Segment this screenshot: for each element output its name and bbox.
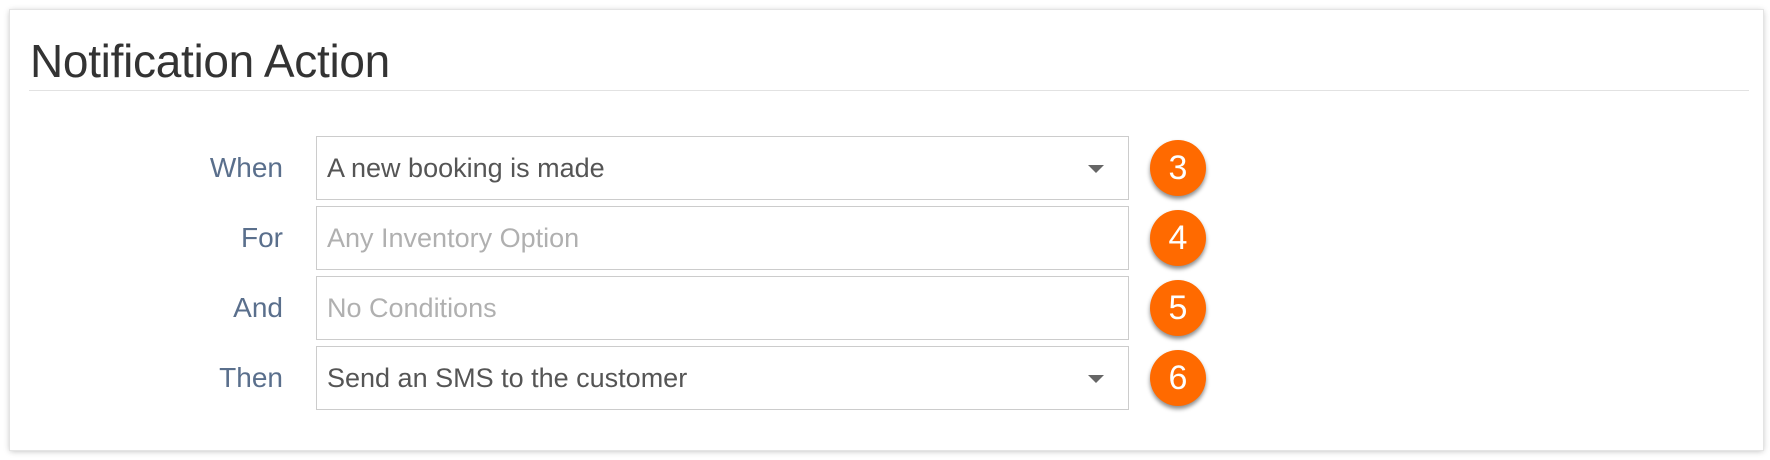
for-label: For xyxy=(241,222,283,253)
when-select[interactable]: A new booking is made xyxy=(316,136,1129,200)
row-then: Then Send an SMS to the customer 6 xyxy=(10,346,1763,410)
notification-action-panel: Notification Action When A new booking i… xyxy=(10,10,1763,450)
row-when: When A new booking is made 3 xyxy=(10,136,1763,200)
title-divider xyxy=(29,90,1749,91)
step-badge-4: 4 xyxy=(1150,210,1206,266)
when-label: When xyxy=(209,152,283,183)
row-for: For Any Inventory Option 4 xyxy=(10,206,1763,270)
step-badge-6: 6 xyxy=(1150,350,1206,406)
step-badge-5: 5 xyxy=(1150,280,1206,336)
conditions-field[interactable]: No Conditions xyxy=(316,276,1129,340)
step-badge-3: 3 xyxy=(1150,140,1206,196)
and-label: And xyxy=(233,292,283,323)
then-label: Then xyxy=(219,362,283,393)
row-and: And No Conditions 5 xyxy=(10,276,1763,340)
caret-down-icon xyxy=(1088,375,1104,383)
conditions-placeholder: No Conditions xyxy=(327,293,497,323)
inventory-option-placeholder: Any Inventory Option xyxy=(327,223,580,253)
caret-down-icon xyxy=(1088,165,1104,173)
inventory-option-field[interactable]: Any Inventory Option xyxy=(316,206,1129,270)
then-select[interactable]: Send an SMS to the customer xyxy=(316,346,1129,410)
when-select-value: A new booking is made xyxy=(327,153,605,183)
page-title: Notification Action xyxy=(30,35,390,87)
then-select-value: Send an SMS to the customer xyxy=(327,363,688,393)
